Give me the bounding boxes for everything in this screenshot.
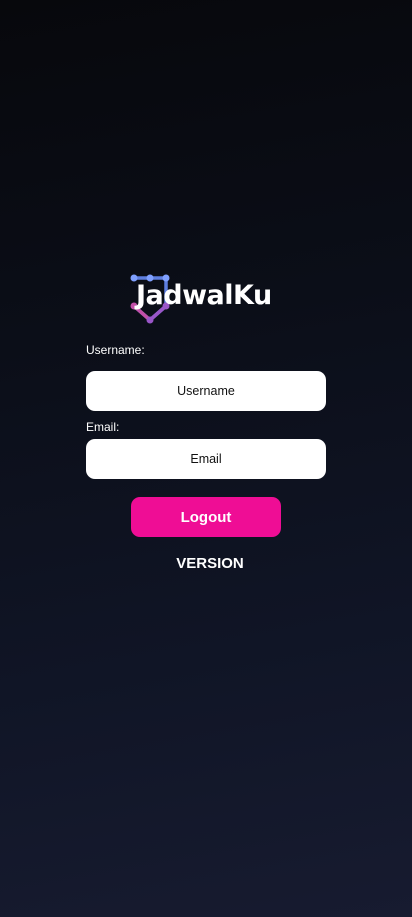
email-field-container xyxy=(86,438,326,480)
email-input[interactable] xyxy=(86,438,326,480)
app-logo: JadwalKu xyxy=(128,274,284,326)
version-text: VERSION xyxy=(176,555,244,572)
logo-wordmark: JadwalKu xyxy=(136,280,272,311)
logout-button[interactable]: Logout xyxy=(131,497,281,537)
username-field-container xyxy=(86,370,326,412)
username-input[interactable] xyxy=(86,370,326,412)
username-label: Username: xyxy=(86,343,145,357)
email-label: Email: xyxy=(86,420,120,434)
